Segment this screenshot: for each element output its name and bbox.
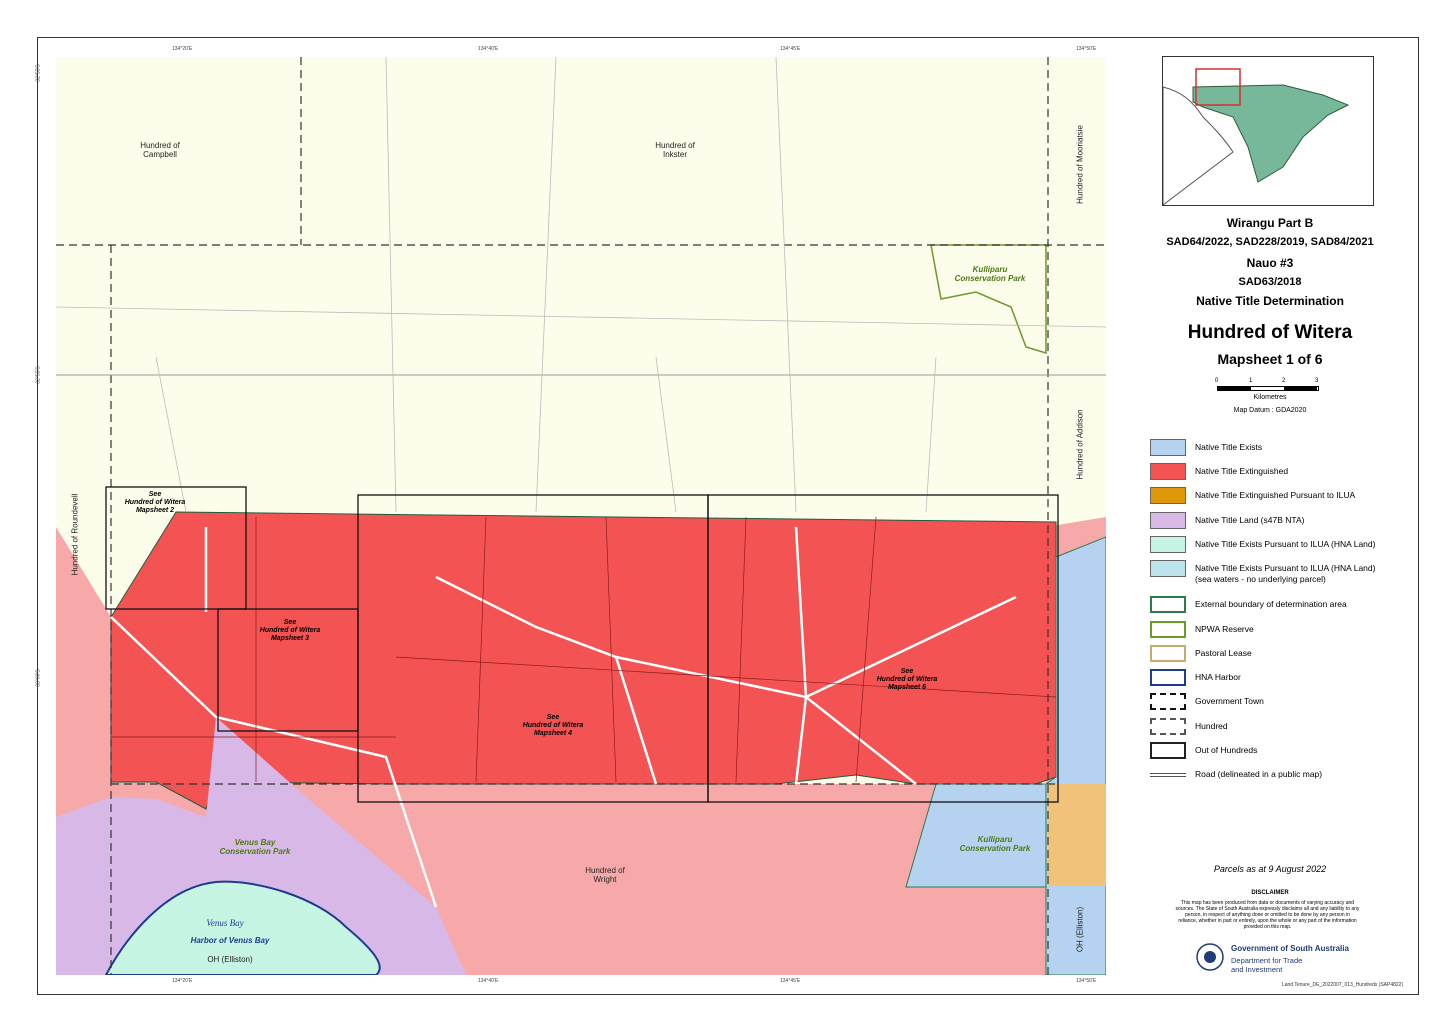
disclaimer-text: This map has been produced from data or … [1175, 900, 1360, 930]
legend-item: Native Title Land (s47B NTA) [1150, 512, 1410, 530]
legend-label: Out of Hundreds [1195, 745, 1258, 755]
legend-swatch [1150, 742, 1186, 759]
legend-label: Pastoral Lease [1195, 648, 1252, 658]
legend-item: Native Title Exists [1150, 439, 1410, 457]
scale-tick-1: 1 [1249, 378, 1253, 384]
legend-label: Government Town [1195, 696, 1264, 706]
legend-swatch [1150, 621, 1186, 638]
legend-swatch [1150, 536, 1186, 553]
legend-item: Out of Hundreds [1150, 742, 1410, 760]
legend-swatch [1150, 487, 1186, 504]
legend-label: NPWA Reserve [1195, 624, 1254, 634]
legend-label: Native Title Exists [1195, 442, 1263, 452]
crest-icon [1196, 943, 1224, 971]
legend-swatch [1150, 669, 1186, 686]
government-logo-block: Government of South Australia Department… [1195, 942, 1395, 978]
legend-label: Native Title Exists Pursuant to ILUA (HN… [1195, 563, 1376, 573]
legend-item: Native Title Exists Pursuant to ILUA (HN… [1150, 560, 1410, 584]
legend-item: NPWA Reserve [1150, 621, 1410, 639]
legend-item: Road (delineated in a public map) [1150, 766, 1410, 784]
legend-label: Native Title Extinguished Pursuant to IL… [1195, 490, 1356, 500]
legend-label: Hundred [1195, 721, 1228, 731]
legend-item: Pastoral Lease [1150, 645, 1410, 663]
title-line1: Wirangu Part B [1226, 216, 1314, 230]
legend-item: Native Title Extinguished Pursuant to IL… [1150, 487, 1410, 505]
map-canvas [56, 57, 1106, 975]
title-line4: SAD63/2018 [1238, 276, 1302, 288]
scale-tick-0: 0 [1215, 378, 1219, 384]
disclaimer-title: DISCLAIMER [1251, 890, 1289, 896]
legend-item: External boundary of determination area [1150, 596, 1410, 614]
title-line3: Nauo #3 [1246, 256, 1294, 270]
legend-label: Native Title Land (s47B NTA) [1195, 515, 1305, 525]
legend-swatch [1150, 560, 1186, 577]
legend-swatch [1150, 693, 1186, 710]
gov-dept-line1: Department for Trade [1231, 956, 1303, 965]
map-datum: Map Datum : GDA2020 [1233, 407, 1307, 414]
side-panel: Wirangu Part B SAD64/2022, SAD228/2019, … [1140, 50, 1400, 990]
legend-label: Road (delineated in a public map) [1195, 769, 1323, 779]
legend-label: HNA Harbor [1195, 672, 1241, 682]
legend-item: Government Town [1150, 693, 1410, 711]
locator-map [1162, 56, 1374, 206]
legend-swatch [1150, 512, 1186, 529]
gov-name: Government of South Australia [1231, 944, 1349, 953]
title-line5: Native Title Determination [1196, 294, 1344, 308]
scale-unit: Kilometres [1253, 394, 1287, 401]
legend-item: Hundred [1150, 718, 1410, 736]
legend-swatch [1150, 718, 1186, 735]
legend-label-sub: (sea waters - no underlying parcel) [1195, 574, 1326, 584]
legend-swatch [1150, 773, 1186, 777]
legend-swatch [1150, 439, 1186, 456]
legend-swatch [1150, 645, 1186, 662]
map-title: Hundred of Witera [1187, 322, 1353, 343]
gov-dept-line2: and Investment [1231, 965, 1283, 974]
scale-bar [1217, 386, 1319, 392]
scale-tick-2: 2 [1282, 378, 1286, 384]
legend-label: External boundary of determination area [1195, 599, 1347, 609]
legend-swatch [1150, 596, 1186, 613]
legend-swatch [1150, 463, 1186, 480]
map-subtitle: Mapsheet 1 of 6 [1217, 351, 1323, 367]
legend-item: HNA Harbor [1150, 669, 1410, 687]
pastoral-lease [1048, 784, 1106, 886]
legend-label: Native Title Exists Pursuant to ILUA (HN… [1195, 539, 1376, 549]
scale-tick-3: 3 [1315, 378, 1319, 384]
title-line2: SAD64/2022, SAD228/2019, SAD84/2021 [1166, 236, 1374, 248]
legend-item: Native Title Extinguished [1150, 463, 1410, 481]
legend-item: Native Title Exists Pursuant to ILUA (HN… [1150, 536, 1410, 554]
parcels-note: Parcels as at 9 August 2022 [1213, 864, 1327, 874]
legend-label: Native Title Extinguished [1195, 466, 1289, 476]
